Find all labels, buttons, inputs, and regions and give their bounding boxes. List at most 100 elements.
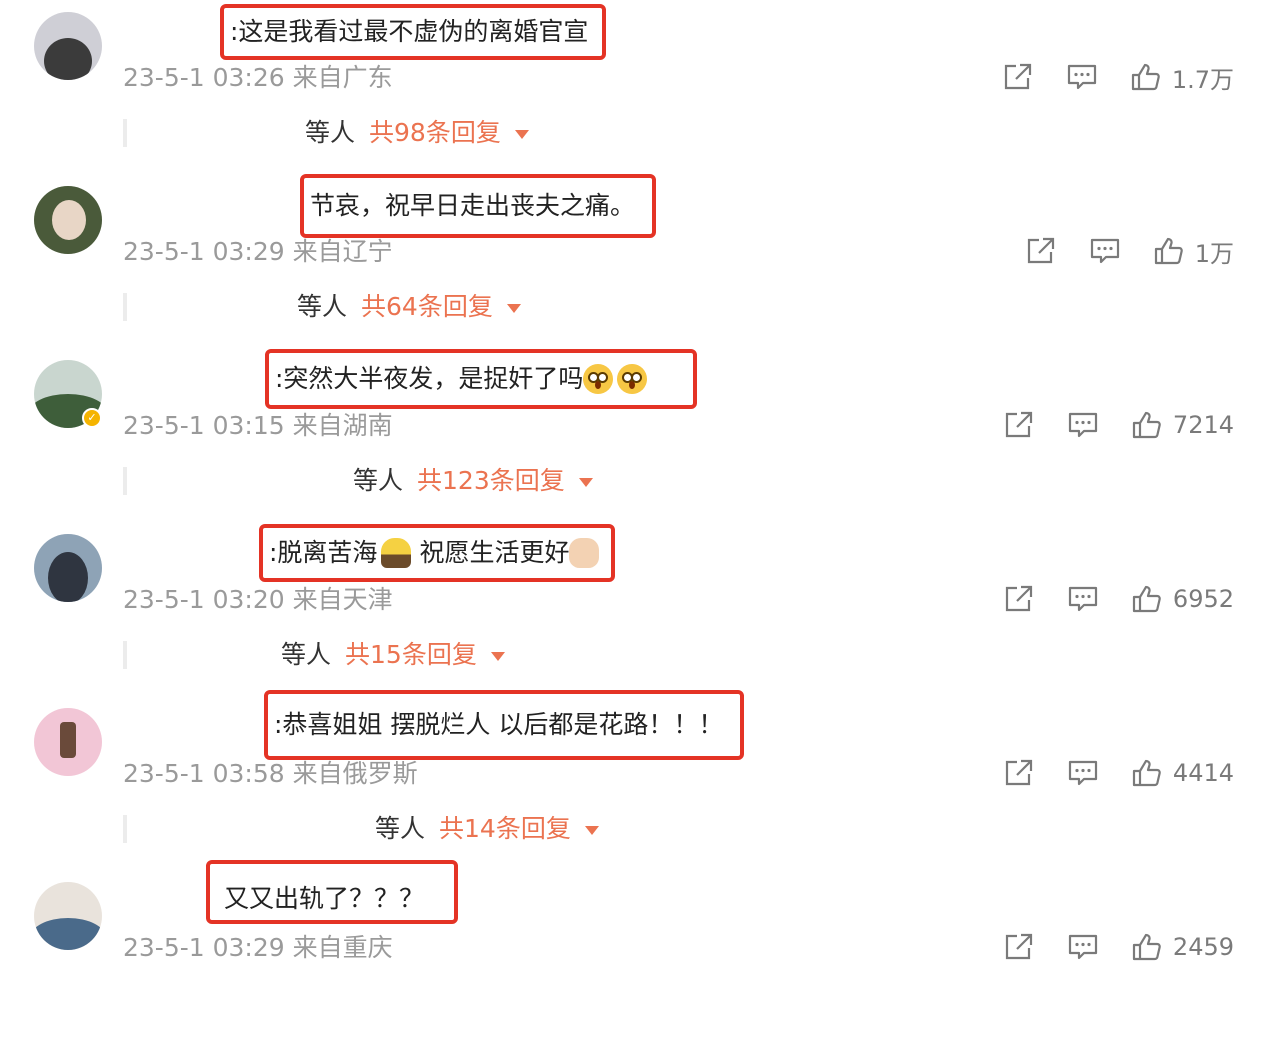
comment-location: 来自重庆 (292, 933, 393, 962)
reply-count: 共14条回复 (439, 814, 571, 843)
reply-users: 等人 (297, 292, 348, 321)
comment-location: 来自辽宁 (292, 237, 393, 266)
reply-users: 等人 (305, 118, 356, 147)
reply-summary[interactable]: 等人 共98条回复 (305, 118, 529, 148)
comment-time: 23-5-1 03:26 (123, 63, 285, 92)
comment-text-content: :恭喜姐姐 摆脱烂人 以后都是花路！！！ (274, 710, 724, 739)
caret-down-icon (514, 129, 529, 139)
comment-text: 节哀，祝早日走出丧夫之痛。 (300, 174, 656, 238)
reply-users: 等人 (353, 466, 404, 495)
comment-item: 节哀，祝早日走出丧夫之痛。 23-5-1 03:29 来自辽宁 1万 等人 共64… (0, 174, 1264, 348)
like-count: 4414 (1172, 759, 1234, 787)
comment-text-content: 节哀，祝早日走出丧夫之痛。 (310, 191, 636, 220)
comment-actions: 6952 (1001, 582, 1234, 616)
comment-location: 来自天津 (292, 585, 393, 614)
reply-count: 共98条回复 (369, 118, 501, 147)
comment-icon[interactable] (1087, 234, 1123, 268)
comment-time: 23-5-1 03:29 (123, 933, 285, 962)
like-icon[interactable] (1129, 582, 1165, 616)
comment-item: 又又出轨了？？？ 23-5-1 03:29 来自重庆 2459 (0, 860, 1264, 1044)
like-count: 1.7万 (1171, 65, 1234, 94)
caret-down-icon (506, 303, 521, 313)
comment-actions: 2459 (1001, 930, 1234, 964)
comment-time: 23-5-1 03:15 (123, 411, 285, 440)
comment-icon[interactable] (1065, 756, 1101, 790)
reply-summary[interactable]: 等人 共14条回复 (375, 814, 599, 844)
like-count: 6952 (1172, 585, 1234, 613)
reply-divider (123, 293, 127, 321)
comment-text-content: :这是我看过最不虚伪的离婚官宣 (230, 17, 589, 46)
reply-divider (123, 467, 127, 495)
reply-count: 共15条回复 (345, 640, 477, 669)
comment-text: :恭喜姐姐 摆脱烂人 以后都是花路！！！ (264, 690, 744, 760)
share-icon[interactable] (1023, 234, 1059, 268)
shocked-emoji-icon (583, 364, 614, 394)
comment-icon[interactable] (1064, 60, 1100, 94)
comment-text-content: 又又出轨了？？？ (224, 884, 425, 913)
avatar[interactable] (34, 12, 102, 80)
like-icon[interactable] (1129, 930, 1165, 964)
share-icon[interactable] (1001, 756, 1037, 790)
comment-time: 23-5-1 03:29 (123, 237, 285, 266)
comment-actions: 7214 (1001, 408, 1234, 442)
like-count: 7214 (1172, 411, 1234, 439)
share-icon[interactable] (1001, 582, 1037, 616)
comment-meta: 23-5-1 03:29 来自重庆 (123, 933, 393, 963)
comment-meta: 23-5-1 03:26 来自广东 (123, 63, 393, 93)
like-icon[interactable] (1151, 234, 1187, 268)
like-icon[interactable] (1128, 60, 1164, 94)
comment-actions: 1万 (1023, 234, 1234, 268)
comment-item: :脱离苦海 祝愿生活更好 23-5-1 03:20 来自天津 6952 等人 共1… (0, 522, 1264, 696)
reply-users: 等人 (375, 814, 426, 843)
comment-item: :恭喜姐姐 摆脱烂人 以后都是花路！！！ 23-5-1 03:58 来自俄罗斯 … (0, 690, 1264, 870)
comment-location: 来自俄罗斯 (292, 759, 418, 788)
reply-users: 等人 (281, 640, 332, 669)
comment-icon[interactable] (1065, 930, 1101, 964)
share-icon[interactable] (1001, 408, 1037, 442)
like-count: 1万 (1194, 239, 1234, 268)
like-icon[interactable] (1129, 408, 1165, 442)
comment-time: 23-5-1 03:58 (123, 759, 285, 788)
shocked-emoji-icon (617, 364, 648, 394)
comment-icon[interactable] (1065, 582, 1101, 616)
reply-summary[interactable]: 等人 共64条回复 (297, 292, 521, 322)
comment-item: ✓ :突然大半夜发，是捉奸了吗 23-5-1 03:15 来自湖南 7214 等… (0, 348, 1264, 522)
reply-summary[interactable]: 等人 共123条回复 (353, 466, 593, 496)
comment-text: :脱离苦海 祝愿生活更好 (259, 524, 615, 582)
reply-summary[interactable]: 等人 共15条回复 (281, 640, 505, 670)
avatar[interactable] (34, 882, 102, 950)
comment-location: 来自湖南 (292, 411, 393, 440)
like-count: 2459 (1172, 933, 1234, 961)
comment-actions: 1.7万 (1000, 60, 1234, 94)
reply-divider (123, 641, 127, 669)
avatar[interactable] (34, 708, 102, 776)
caret-down-icon (490, 651, 505, 661)
like-icon[interactable] (1129, 756, 1165, 790)
comment-meta: 23-5-1 03:29 来自辽宁 (123, 237, 393, 267)
avatar[interactable] (34, 534, 102, 602)
comment-time: 23-5-1 03:20 (123, 585, 285, 614)
avatar[interactable] (34, 186, 102, 254)
comment-location: 来自广东 (292, 63, 393, 92)
comment-text: :这是我看过最不虚伪的离婚官宣 (220, 4, 606, 60)
verified-badge-icon: ✓ (82, 408, 102, 428)
comment-icon[interactable] (1065, 408, 1101, 442)
comment-item: :这是我看过最不虚伪的离婚官宣 23-5-1 03:26 来自广东 1.7万 等… (0, 0, 1264, 174)
fist-emoji-icon (569, 538, 600, 568)
comment-text-content-2: 祝愿生活更好 (419, 538, 570, 567)
reply-divider (123, 119, 127, 147)
comment-text-content: :突然大半夜发，是捉奸了吗 (275, 364, 584, 393)
share-icon[interactable] (1000, 60, 1036, 94)
share-icon[interactable] (1001, 930, 1037, 964)
caret-down-icon (584, 825, 599, 835)
comment-actions: 4414 (1001, 756, 1234, 790)
reply-divider (123, 815, 127, 843)
lightbulb-emoji-icon (381, 538, 412, 568)
comment-meta: 23-5-1 03:58 来自俄罗斯 (123, 759, 418, 789)
comment-meta: 23-5-1 03:15 来自湖南 (123, 411, 393, 441)
comment-text: 又又出轨了？？？ (206, 860, 458, 924)
comment-text-content: :脱离苦海 (269, 538, 378, 567)
comment-meta: 23-5-1 03:20 来自天津 (123, 585, 393, 615)
caret-down-icon (578, 477, 593, 487)
comment-text: :突然大半夜发，是捉奸了吗 (265, 349, 697, 409)
